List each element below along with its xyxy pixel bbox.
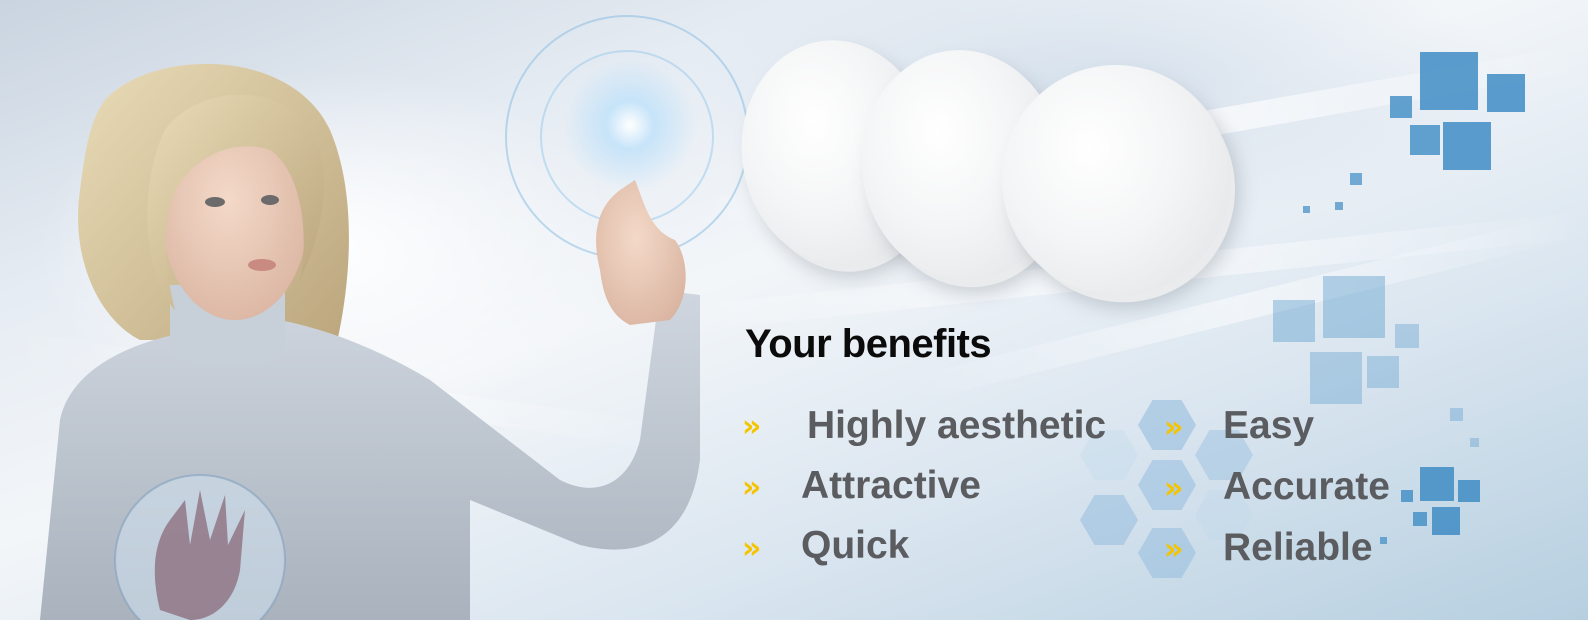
decor-square [1410,125,1440,155]
decor-square [1458,480,1480,502]
decor-square [1450,408,1463,421]
bullet-chevron-icon: » [1164,471,1184,506]
decor-square [1432,507,1460,535]
benefits-heading: Your benefits [745,322,992,366]
bullet-chevron-icon: » [742,531,762,566]
decor-square [1395,324,1419,348]
decor-square [1470,438,1479,447]
benefits-banner: Your benefits » Highly aesthetic » Attra… [0,0,1588,620]
decor-square [1323,276,1385,338]
decor-square [1420,467,1454,501]
decor-hexagon [1080,495,1138,545]
bullet-chevron-icon: » [1164,410,1184,445]
benefit-highly-aesthetic: Highly aesthetic [807,404,1107,447]
bullet-chevron-icon: » [742,470,762,505]
bullet-chevron-icon: » [1164,532,1184,567]
decor-square [1273,300,1315,342]
decor-square [1443,122,1491,170]
benefit-reliable: Reliable [1223,526,1373,569]
benefit-accurate: Accurate [1223,465,1390,508]
woman-photo [40,63,700,620]
decor-square [1350,173,1362,185]
decor-square [1420,52,1478,110]
decor-square [1303,206,1310,213]
benefit-quick: Quick [801,524,910,567]
decor-square [1310,352,1362,404]
decor-square [1390,96,1412,118]
decor-square [1413,512,1427,526]
decor-square [1380,537,1387,544]
benefit-easy: Easy [1223,404,1315,447]
decor-square [1487,74,1525,112]
benefit-attractive: Attractive [801,464,981,507]
decor-square [1335,202,1343,210]
decor-square [1367,356,1399,388]
decor-square [1401,490,1413,502]
bullet-chevron-icon: » [742,409,762,444]
